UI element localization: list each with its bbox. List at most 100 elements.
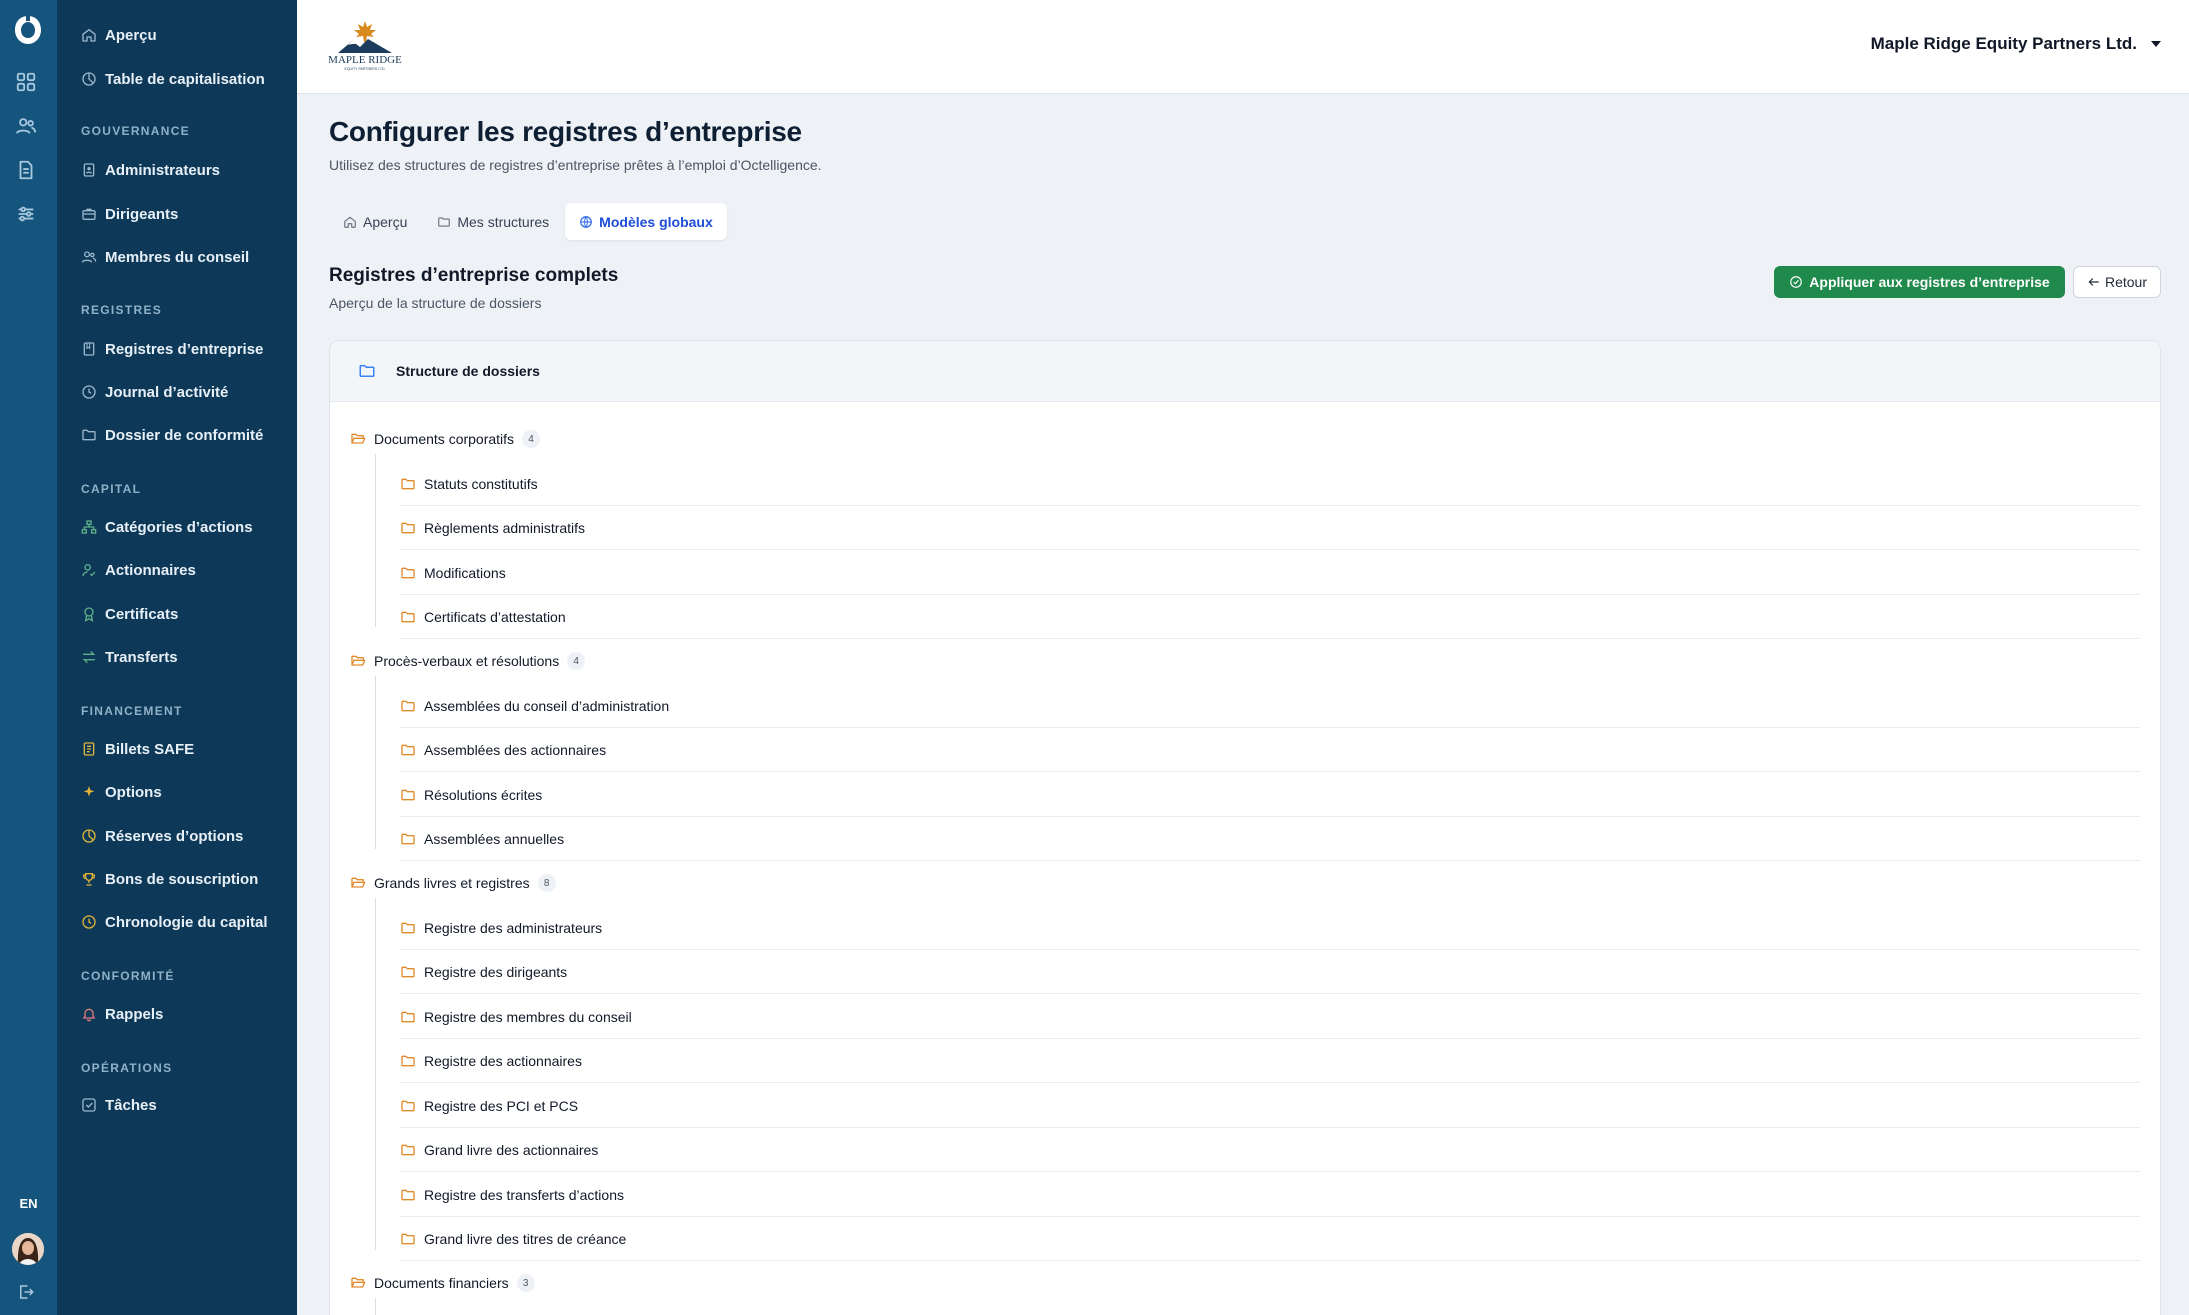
grid-icon[interactable] <box>15 71 37 93</box>
sidebar-item-actionnaires[interactable]: Actionnaires <box>57 552 297 588</box>
folder-icon <box>400 1098 416 1114</box>
trophy-icon <box>81 871 97 887</box>
sidebar-item-chronologie-capital[interactable]: Chronologie du capital <box>57 904 297 940</box>
folder-icon <box>400 1053 416 1069</box>
sidebar-item-registres-entreprise[interactable]: Registres d’entreprise <box>57 331 297 367</box>
sidebar-item-apercu[interactable]: Aperçu <box>57 17 297 53</box>
sidebar-item-dossier-conformite[interactable]: Dossier de conformité <box>57 417 297 453</box>
sidebar-item-journal-activite[interactable]: Journal d’activité <box>57 374 297 410</box>
sidebar-item-label: Billets SAFE <box>105 740 195 758</box>
subfolder-item[interactable]: Assemblées annuelles <box>400 817 2140 861</box>
sidebar-item-bons-souscription[interactable]: Bons de souscription <box>57 861 297 897</box>
subfolder-item[interactable]: Registre des transferts d’actions <box>400 1173 2140 1217</box>
clock-icon <box>81 384 97 400</box>
folder-grands-livres[interactable]: Grands livres et registres 8 <box>350 868 556 898</box>
folder-documents-financiers[interactable]: Documents financiers 3 <box>350 1268 535 1298</box>
back-button[interactable]: Retour <box>2073 266 2161 298</box>
count-badge: 4 <box>522 430 541 448</box>
brand-logo-text: MAPLE RIDGE <box>328 54 402 66</box>
subfolder-item[interactable]: Modifications <box>400 551 2140 595</box>
subfolder-item[interactable]: Registre des membres du conseil <box>400 995 2140 1039</box>
folder-name: Documents corporatifs <box>374 431 515 447</box>
card-title: Structure de dossiers <box>396 363 540 379</box>
sidebar-item-billets-safe[interactable]: Billets SAFE <box>57 731 297 767</box>
top-bar: MAPLE RIDGE EQUITY PARTNERS LTD. Maple R… <box>297 0 2189 94</box>
subfolder-name: Assemblées annuelles <box>424 830 565 847</box>
company-switcher[interactable]: Maple Ridge Equity Partners Ltd. <box>1871 34 2161 54</box>
subfolder-item[interactable]: Registre des PCI et PCS <box>400 1084 2140 1128</box>
document-icon[interactable] <box>15 159 37 181</box>
sidebar-item-transferts[interactable]: Transferts <box>57 639 297 675</box>
sidebar-item-dirigeants[interactable]: Dirigeants <box>57 196 297 232</box>
subfolder-name: Résolutions écrites <box>424 786 543 803</box>
avatar[interactable] <box>12 1233 44 1265</box>
tab-label: Aperçu <box>363 213 408 230</box>
folder-documents-corporatifs[interactable]: Documents corporatifs 4 <box>350 424 541 454</box>
sidebar-item-reserves-options[interactable]: Réserves d’options <box>57 818 297 854</box>
folder-open-icon <box>350 1275 366 1291</box>
sliders-icon[interactable] <box>15 203 37 225</box>
subfolder-name: Grand livre des titres de créance <box>424 1230 627 1247</box>
folder-icon <box>400 1142 416 1158</box>
subfolder-name: Statuts constitutifs <box>424 475 538 492</box>
folder-name: Grands livres et registres <box>374 875 530 891</box>
sidebar-item-label: Chronologie du capital <box>105 913 268 931</box>
back-button-label: Retour <box>2104 274 2148 290</box>
sparkle-icon <box>81 784 97 800</box>
subfolder-item[interactable]: Statuts constitutifs <box>400 462 2140 506</box>
folder-icon <box>400 831 416 847</box>
sidebar-item-label: Registres d’entreprise <box>105 340 264 358</box>
tree-line <box>375 454 376 627</box>
subfolder-item[interactable]: Registre des dirigeants <box>400 950 2140 994</box>
tab-modeles-globaux[interactable]: Modèles globaux <box>565 203 727 240</box>
company-name: Maple Ridge Equity Partners Ltd. <box>1870 34 2137 53</box>
sidebar-item-categories-actions[interactable]: Catégories d’actions <box>57 509 297 545</box>
sidebar-item-label: Rappels <box>105 1005 164 1023</box>
note-icon <box>81 741 97 757</box>
count-badge: 8 <box>537 874 556 892</box>
app-logo-icon[interactable] <box>12 13 44 47</box>
home-icon <box>81 27 97 43</box>
folder-open-icon <box>350 875 366 891</box>
sidebar-item-rappels[interactable]: Rappels <box>57 996 297 1032</box>
sidebar-item-taches[interactable]: Tâches <box>57 1087 297 1123</box>
tab-label: Mes structures <box>457 213 550 230</box>
count-badge: 4 <box>567 652 586 670</box>
subfolder-item[interactable]: Résolutions écrites <box>400 773 2140 817</box>
subfolder-item[interactable]: Assemblées des actionnaires <box>400 728 2140 772</box>
sidebar-item-certificats[interactable]: Certificats <box>57 596 297 632</box>
subfolder-item[interactable]: Registre des actionnaires <box>400 1039 2140 1083</box>
subfolder-item[interactable]: Certificats d’attestation <box>400 595 2140 639</box>
subfolder-name: Registre des administrateurs <box>424 919 603 936</box>
section-subtitle: Aperçu de la structure de dossiers <box>329 295 542 311</box>
subfolder-item[interactable]: Grand livre des actionnaires <box>400 1128 2140 1172</box>
sidebar-item-label: Bons de souscription <box>105 870 259 888</box>
tree-line <box>375 676 376 849</box>
folder-proces-verbaux[interactable]: Procès-verbaux et résolutions 4 <box>350 646 586 676</box>
tab-bar: Aperçu Mes structures Modèles globaux <box>329 203 727 240</box>
subfolder-item[interactable]: Assemblées du conseil d’administration <box>400 684 2140 728</box>
tab-mes-structures[interactable]: Mes structures <box>423 203 563 240</box>
language-switch[interactable]: EN <box>0 1196 57 1211</box>
folder-icon <box>400 742 416 758</box>
folder-icon <box>358 362 376 380</box>
pie-chart-icon <box>81 828 97 844</box>
subfolder-name: Assemblées des actionnaires <box>424 741 607 758</box>
folder-icon <box>400 698 416 714</box>
folder-structure-card: Structure de dossiers Documents corporat… <box>329 340 2161 1315</box>
sidebar-item-options[interactable]: Options <box>57 774 297 810</box>
subfolder-item[interactable]: Règlements administratifs <box>400 506 2140 550</box>
check-circle-icon <box>1789 275 1803 289</box>
apply-button[interactable]: Appliquer aux registres d’entreprise <box>1774 266 2065 298</box>
sidebar-item-membres-du-conseil[interactable]: Membres du conseil <box>57 239 297 275</box>
logout-icon[interactable] <box>17 1283 35 1301</box>
sidebar-item-cap-table[interactable]: Table de capitalisation <box>57 61 297 97</box>
subfolder-item[interactable]: Grand livre des titres de créance <box>400 1217 2140 1261</box>
sidebar-item-administrateurs[interactable]: Administrateurs <box>57 152 297 188</box>
hierarchy-icon <box>81 519 97 535</box>
subfolder-item[interactable]: Registre des administrateurs <box>400 906 2140 950</box>
tab-apercu[interactable]: Aperçu <box>329 203 421 240</box>
users-icon[interactable] <box>15 115 37 137</box>
folder-icon <box>400 920 416 936</box>
folder-icon <box>400 476 416 492</box>
